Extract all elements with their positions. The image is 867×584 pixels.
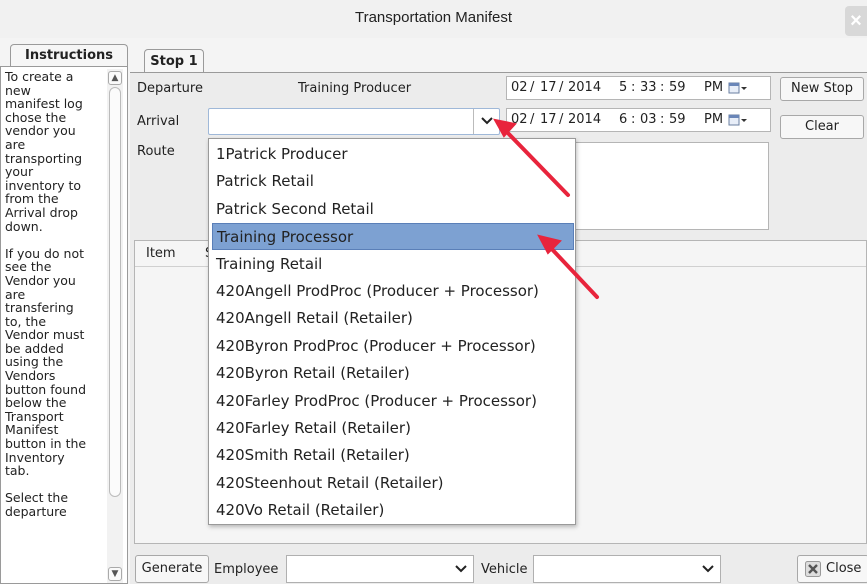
window-title: Transportation Manifest xyxy=(354,9,513,26)
dropdown-option[interactable]: 420Angell Retail (Retailer) xyxy=(209,305,575,332)
scroll-down-icon[interactable]: ▼ xyxy=(108,567,122,581)
close-button[interactable]: Close xyxy=(797,555,867,583)
arrival-label: Arrival xyxy=(137,114,180,129)
arrival-month: 02 xyxy=(511,112,528,127)
vehicle-combobox[interactable] xyxy=(533,555,721,583)
dropdown-option[interactable]: 420Farley Retail (Retailer) xyxy=(209,415,575,442)
arrival-day: 17 xyxy=(540,112,557,127)
route-label: Route xyxy=(137,144,175,159)
employee-combobox[interactable] xyxy=(286,555,474,583)
dropdown-option[interactable]: Training Processor xyxy=(212,223,574,251)
window-titlebar: Transportation Manifest × xyxy=(0,0,867,38)
date-separator: / xyxy=(559,80,564,95)
arrival-year: 2014 xyxy=(568,112,602,127)
dropdown-option[interactable]: 420Smith Retail (Retailer) xyxy=(209,442,575,469)
time-separator: : xyxy=(660,80,665,95)
dropdown-option[interactable]: 420Farley ProdProc (Producer + Processor… xyxy=(209,388,575,415)
column-header-item[interactable]: Item xyxy=(146,246,176,261)
route-textarea[interactable] xyxy=(575,142,769,230)
date-separator: / xyxy=(530,112,535,127)
tab-stop-1[interactable]: Stop 1 xyxy=(144,49,204,73)
departure-label: Departure xyxy=(137,81,203,96)
calendar-icon[interactable] xyxy=(728,82,748,94)
scroll-up-icon[interactable]: ▲ xyxy=(108,71,122,85)
departure-year: 2014 xyxy=(568,80,602,95)
dropdown-option[interactable]: 420Angell ProdProc (Producer + Processor… xyxy=(209,278,575,305)
scroll-thumb[interactable] xyxy=(109,87,121,497)
instructions-scrollbar[interactable]: ▲ ▼ xyxy=(107,69,123,583)
chevron-down-icon[interactable] xyxy=(473,109,499,134)
dropdown-option[interactable]: 420Steenhout Retail (Retailer) xyxy=(209,470,575,497)
date-separator: / xyxy=(559,112,564,127)
departure-datetime-field[interactable]: 02 / 17 / 2014 5 : 33 : 59 PM xyxy=(506,76,771,100)
arrival-minute: 03 xyxy=(640,112,657,127)
time-separator: : xyxy=(660,112,665,127)
chevron-down-icon[interactable] xyxy=(696,556,720,582)
generate-button[interactable]: Generate xyxy=(135,555,209,583)
new-stop-button[interactable]: New Stop xyxy=(780,77,864,101)
arrival-datetime-field[interactable]: 02 / 17 / 2014 6 : 03 : 59 PM xyxy=(506,108,771,132)
instructions-panel: To create a new manifest log chose the v… xyxy=(0,66,128,584)
employee-label: Employee xyxy=(214,562,279,577)
arrival-second: 59 xyxy=(669,112,686,127)
tab-instructions[interactable]: Instructions xyxy=(10,44,128,66)
close-button-label: Close xyxy=(826,561,862,576)
departure-day: 17 xyxy=(540,80,557,95)
departure-value: Training Producer xyxy=(298,81,412,96)
dropdown-option[interactable]: Training Retail xyxy=(209,251,575,278)
calendar-icon[interactable] xyxy=(728,114,748,126)
close-x-icon xyxy=(805,561,821,577)
time-separator: : xyxy=(631,112,636,127)
departure-second: 59 xyxy=(669,80,686,95)
date-separator: / xyxy=(530,80,535,95)
chevron-down-icon[interactable] xyxy=(449,556,473,582)
departure-month: 02 xyxy=(511,80,528,95)
dropdown-option[interactable]: Patrick Second Retail xyxy=(209,196,575,223)
arrival-combobox[interactable] xyxy=(208,108,500,135)
departure-ampm: PM xyxy=(704,80,724,95)
dropdown-option[interactable]: 420Byron Retail (Retailer) xyxy=(209,360,575,387)
arrival-dropdown-list[interactable]: 1Patrick Producer Patrick Retail Patrick S… xyxy=(208,138,576,525)
window-close-button[interactable]: × xyxy=(845,6,867,36)
dropdown-option[interactable]: 420Byron ProdProc (Producer + Processor) xyxy=(209,333,575,360)
instructions-text: To create a new manifest log chose the v… xyxy=(5,69,87,519)
time-separator: : xyxy=(631,80,636,95)
clear-button[interactable]: Clear xyxy=(780,115,864,139)
departure-hour: 5 xyxy=(619,80,628,95)
dropdown-option[interactable]: 1Patrick Producer xyxy=(209,141,575,168)
arrival-ampm: PM xyxy=(704,112,724,127)
dropdown-option[interactable]: 420Vo Retail (Retailer) xyxy=(209,497,575,524)
arrival-hour: 6 xyxy=(619,112,628,127)
departure-minute: 33 xyxy=(640,80,657,95)
vehicle-label: Vehicle xyxy=(481,562,528,577)
dropdown-option[interactable]: Patrick Retail xyxy=(209,168,575,195)
